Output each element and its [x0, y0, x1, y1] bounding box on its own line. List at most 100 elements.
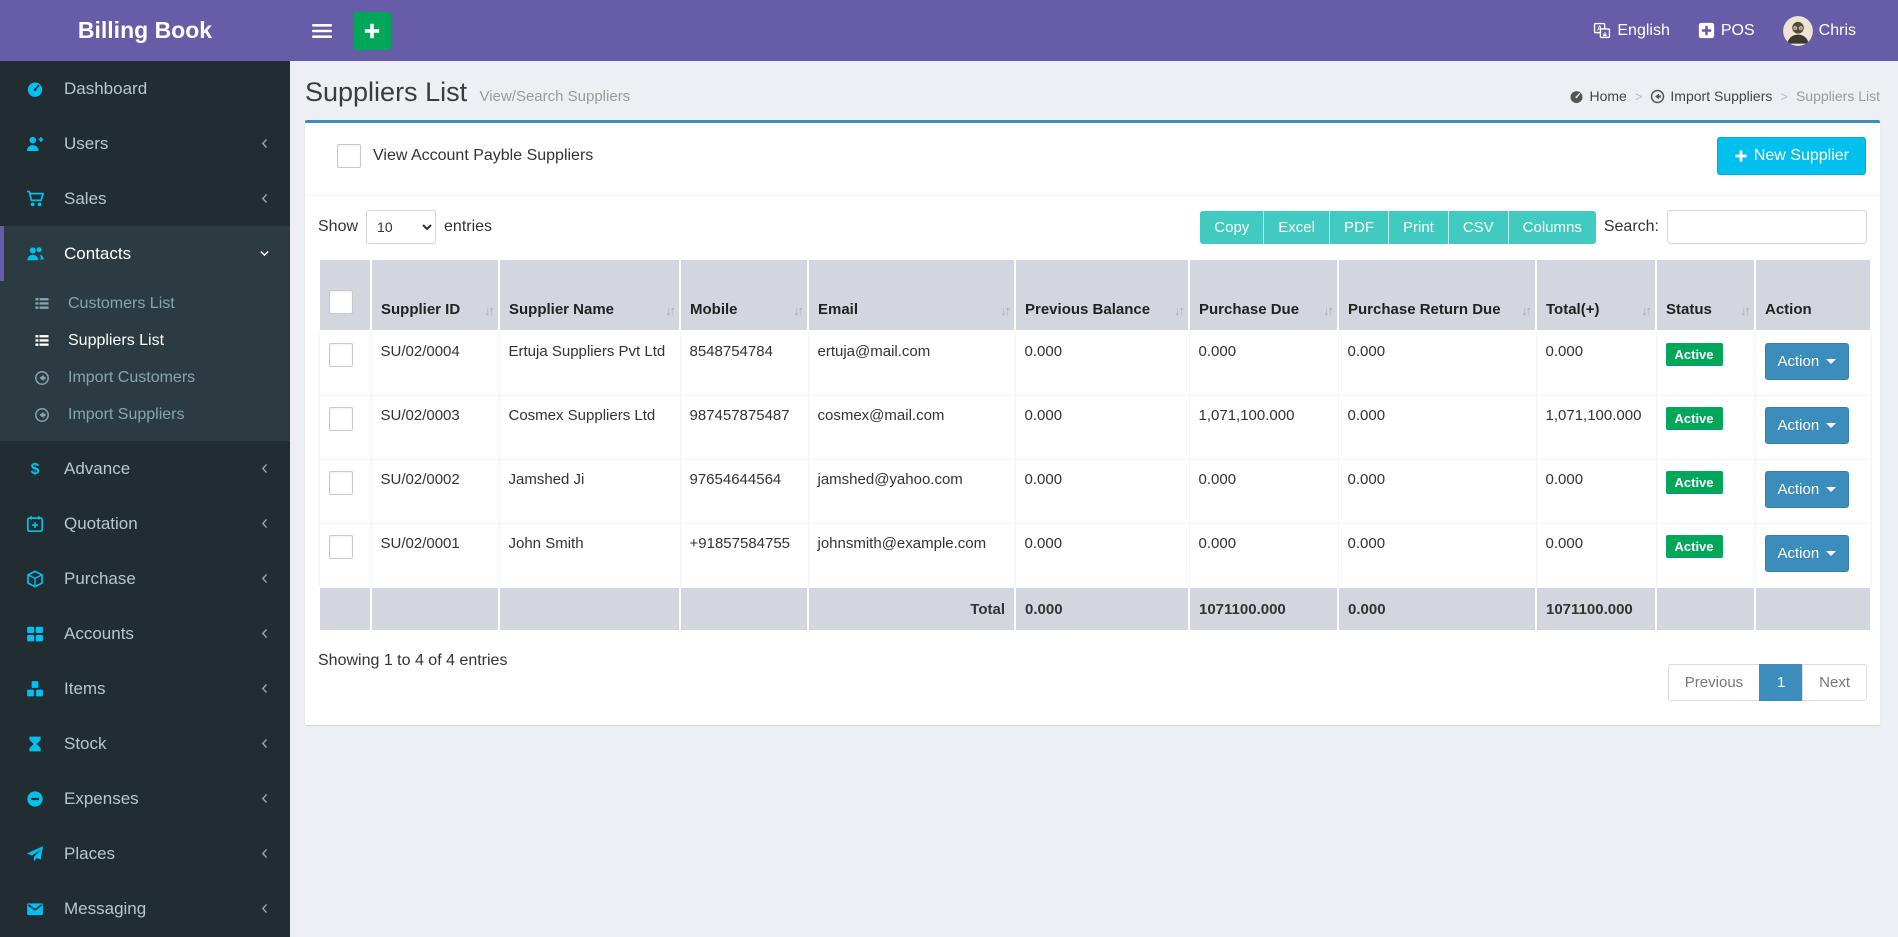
export-button[interactable]: Print: [1387, 210, 1448, 244]
total-purchase-due-cell: 1071100.000: [1188, 586, 1339, 632]
column-header-total[interactable]: Total(+) ↓↑: [1535, 258, 1657, 332]
sidebar-item-customers-list[interactable]: Customers List: [0, 285, 290, 322]
total-empty-cell: [498, 586, 681, 632]
breadcrumb-separator: >: [1634, 88, 1643, 104]
sidebar-item-import-suppliers[interactable]: Import Suppliers: [0, 396, 290, 433]
quick-add-button[interactable]: [353, 11, 391, 50]
sidebar-item-suppliers-list[interactable]: Suppliers List: [0, 322, 290, 359]
sidebar-item-expenses[interactable]: Expenses: [0, 771, 290, 826]
previous-balance-cell: 0.000: [1014, 522, 1190, 588]
pagination-previous-button[interactable]: Previous: [1667, 664, 1761, 701]
sidebar-item-label: Import Customers: [68, 368, 196, 386]
column-header-supplier-name[interactable]: Supplier Name ↓↑: [498, 258, 681, 332]
breadcrumb-separator: >: [1780, 88, 1788, 104]
grid-icon: [26, 625, 50, 643]
export-button[interactable]: Excel: [1263, 210, 1329, 244]
sidebar-item-label: Contacts: [64, 243, 132, 263]
pos-menu[interactable]: POS: [1684, 0, 1769, 61]
sidebar-item-contacts[interactable]: Contacts: [0, 226, 290, 281]
export-button[interactable]: Copy: [1200, 210, 1264, 244]
sidebar-item-advance[interactable]: $ Advance: [0, 441, 290, 496]
total-previous-balance-cell: 0.000: [1014, 586, 1190, 632]
sort-icon: ↓↑: [1174, 303, 1185, 318]
export-button-group: Copy Excel PDF Print CSV Columns: [1200, 210, 1596, 244]
language-menu[interactable]: A English: [1579, 0, 1683, 61]
export-button[interactable]: PDF: [1328, 210, 1388, 244]
status-badge: Active: [1665, 534, 1723, 558]
column-header-purchase-due[interactable]: Purchase Due ↓↑: [1188, 258, 1339, 332]
sidebar-item-label: Dashboard: [64, 78, 148, 98]
column-header-supplier-id[interactable]: Supplier ID ↓↑: [370, 258, 500, 332]
sidebar-item-label: Users: [64, 133, 109, 153]
row-checkbox[interactable]: [328, 343, 353, 367]
brand-logo[interactable]: Billing Book: [0, 0, 290, 61]
table-toolbar: Show 10 entries Copy Excel PDF Print CSV…: [318, 210, 1867, 244]
sidebar-toggle-button[interactable]: [305, 11, 339, 51]
column-header-email[interactable]: Email ↓↑: [807, 258, 1016, 332]
sort-icon: ↓↑: [1323, 303, 1334, 318]
cart-icon: [26, 190, 50, 208]
column-header-mobile[interactable]: Mobile ↓↑: [679, 258, 809, 332]
pagination: Previous 1 Next: [1667, 664, 1867, 701]
breadcrumb-home[interactable]: Home: [1569, 88, 1627, 104]
table-row: SU/02/0002 Jamshed Ji 97654644564 jamshe…: [318, 458, 1872, 524]
page-size-select[interactable]: 10: [366, 210, 437, 244]
breadcrumb: Home > Import Suppliers > Suppliers List: [1569, 88, 1880, 108]
sidebar-item-quotation[interactable]: Quotation: [0, 496, 290, 551]
total-cell: 1,071,100.000: [1535, 394, 1657, 460]
chevron-left-icon: [258, 902, 272, 916]
pagination-next-button[interactable]: Next: [1802, 664, 1867, 701]
pagination-page-1-button[interactable]: 1: [1759, 664, 1804, 701]
sidebar-item-sales[interactable]: Sales: [0, 171, 290, 226]
column-header-previous-balance[interactable]: Previous Balance ↓↑: [1014, 258, 1190, 332]
chevron-left-icon: [258, 517, 272, 531]
row-checkbox[interactable]: [328, 406, 353, 431]
sidebar-item-accounts[interactable]: Accounts: [0, 606, 290, 661]
column-header-purchase-return-due[interactable]: Purchase Return Due ↓↑: [1337, 258, 1537, 332]
export-button[interactable]: Columns: [1507, 210, 1596, 244]
arrow-circle-icon: [1650, 89, 1665, 104]
sidebar-item-import-customers[interactable]: Import Customers: [0, 359, 290, 396]
action-dropdown-button[interactable]: Action: [1764, 470, 1850, 508]
select-all-checkbox[interactable]: [329, 290, 353, 314]
sidebar-item-label: Stock: [64, 733, 107, 753]
entries-label: entries: [444, 218, 493, 235]
action-dropdown-button[interactable]: Action: [1764, 406, 1850, 444]
page-title: Suppliers List: [305, 77, 468, 107]
sidebar-item-places[interactable]: Places: [0, 826, 290, 881]
row-checkbox[interactable]: [328, 470, 353, 495]
export-button[interactable]: CSV: [1447, 210, 1508, 244]
total-cell: 0.000: [1535, 522, 1657, 588]
sidebar-item-users[interactable]: Users: [0, 116, 290, 171]
supplier-id-cell: SU/02/0004: [370, 330, 500, 396]
action-cell: Action: [1754, 458, 1872, 524]
sidebar-item-label: Suppliers List: [68, 331, 165, 349]
action-dropdown-button[interactable]: Action: [1764, 343, 1850, 380]
sidebar-item-label: Quotation: [64, 513, 138, 533]
supplier-name-cell: Cosmex Suppliers Ltd: [498, 394, 681, 460]
purchase-return-due-cell: 0.000: [1337, 458, 1537, 524]
column-header-status[interactable]: Status ↓↑: [1655, 258, 1756, 332]
search-input[interactable]: [1667, 210, 1867, 244]
sidebar-item-messaging[interactable]: Messaging: [0, 881, 290, 936]
list-icon: [34, 296, 56, 312]
purchase-due-cell: 1,071,100.000: [1188, 394, 1339, 460]
mobile-cell: 8548754784: [679, 330, 809, 396]
brand-title: Billing Book: [77, 17, 213, 43]
sidebar-item-items[interactable]: Items: [0, 661, 290, 716]
status-badge: Active: [1665, 343, 1723, 366]
user-plus-icon: [26, 135, 50, 153]
row-checkbox[interactable]: [328, 534, 353, 559]
breadcrumb-import-suppliers[interactable]: Import Suppliers: [1650, 88, 1772, 104]
total-purchase-return-due-cell: 0.000: [1337, 586, 1537, 632]
action-dropdown-button[interactable]: Action: [1764, 534, 1850, 572]
action-cell: Action: [1754, 330, 1872, 396]
sidebar-item-stock[interactable]: Stock: [0, 716, 290, 771]
view-payable-suppliers-checkbox[interactable]: [337, 144, 361, 168]
action-cell: Action: [1754, 522, 1872, 588]
supplier-name-cell: John Smith: [498, 522, 681, 588]
user-menu[interactable]: Chris: [1769, 0, 1870, 61]
sidebar-item-dashboard[interactable]: Dashboard: [0, 61, 290, 116]
new-supplier-button[interactable]: New Supplier: [1716, 137, 1866, 175]
sidebar-item-purchase[interactable]: Purchase: [0, 551, 290, 606]
